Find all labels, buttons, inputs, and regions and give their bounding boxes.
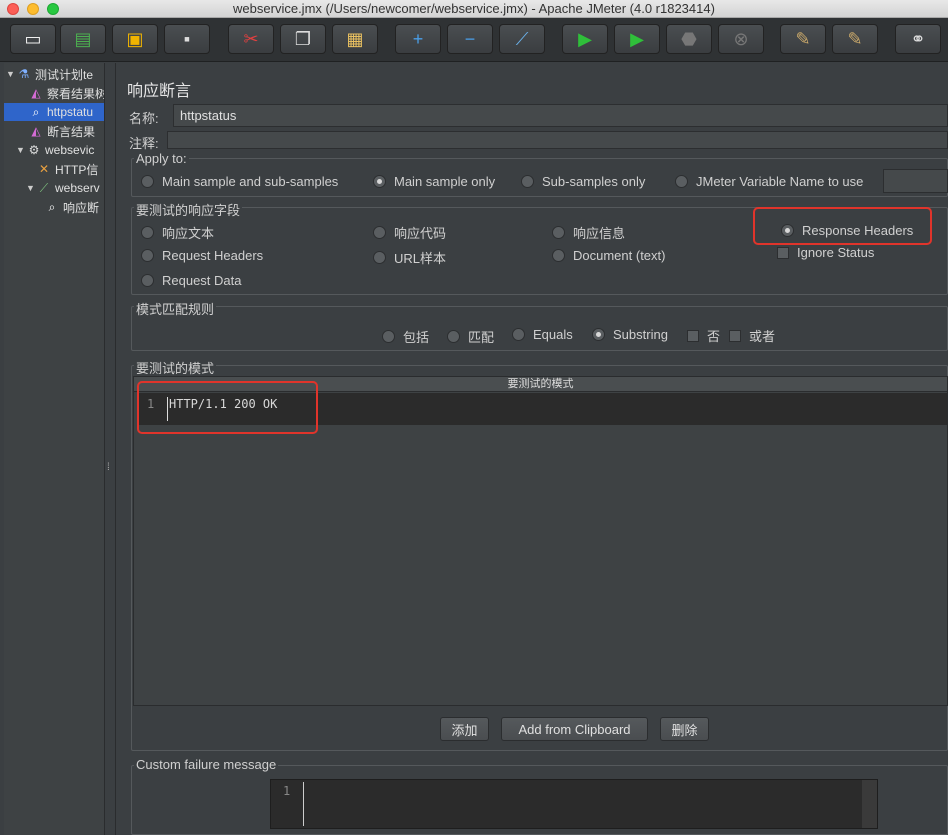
gear-icon: ⚙ bbox=[28, 143, 40, 157]
start-no-pause-icon[interactable]: ▶ bbox=[614, 24, 660, 54]
response-code-radio[interactable]: 响应代码 bbox=[373, 223, 446, 242]
patterns-title: 要测试的模式 bbox=[134, 358, 217, 377]
text-cursor bbox=[303, 782, 304, 826]
clear-all-icon[interactable]: ✎ bbox=[832, 24, 878, 54]
request-headers-radio[interactable]: Request Headers bbox=[141, 248, 263, 263]
apply-variable-radio[interactable]: JMeter Variable Name to use bbox=[675, 174, 863, 189]
line-number: 1 bbox=[283, 784, 291, 798]
panel-splitter[interactable] bbox=[105, 63, 116, 835]
request-data-radio[interactable]: Request Data bbox=[141, 273, 242, 288]
copy-icon[interactable]: ❐ bbox=[280, 24, 326, 54]
templates-icon[interactable]: ▤ bbox=[60, 24, 106, 54]
splitter-grip-icon[interactable]: ⁞ bbox=[107, 462, 110, 473]
tools-icon: ✕ bbox=[38, 162, 50, 176]
not-checkbox[interactable]: 否 bbox=[687, 326, 720, 345]
tree-item-assertion-results[interactable]: ◭ 断言结果 bbox=[28, 122, 95, 140]
clear-icon[interactable]: ✎ bbox=[780, 24, 826, 54]
custom-failure-editor[interactable]: 1 bbox=[270, 779, 878, 829]
toggle-icon[interactable]: ⟋ bbox=[499, 24, 545, 54]
window-titlebar: webservice.jmx (/Users/newcomer/webservi… bbox=[0, 0, 948, 18]
comment-label: 注释: bbox=[129, 136, 159, 151]
tree-item-thread-group[interactable]: ▼ ⚙ websevic bbox=[16, 141, 94, 159]
chart-icon: ◭ bbox=[31, 86, 41, 100]
window-title: webservice.jmx (/Users/newcomer/webservi… bbox=[233, 1, 715, 16]
response-field-title: 要测试的响应字段 bbox=[134, 200, 243, 219]
expand-triangle-icon[interactable]: ▼ bbox=[6, 69, 16, 79]
custom-failure-title: Custom failure message bbox=[134, 757, 279, 772]
save-icon[interactable]: ▪ bbox=[164, 24, 210, 54]
new-icon[interactable]: ▭ bbox=[10, 24, 56, 54]
name-field[interactable]: httpstatus bbox=[173, 104, 948, 127]
toolbar: ▭ ▤ ▣ ▪ ✂ ❐ ▦ + − ⟋ ▶ ▶ ⬣ ⊗ ✎ ✎ ⚭ bbox=[0, 18, 948, 62]
variable-name-field[interactable] bbox=[883, 169, 948, 193]
tree-item-test-plan[interactable]: ▼ ⚗ 测试计划te bbox=[6, 65, 93, 83]
add-button[interactable]: 添加 bbox=[440, 717, 489, 741]
matches-radio[interactable]: 匹配 bbox=[447, 327, 494, 346]
add-from-clipboard-button[interactable]: Add from Clipboard bbox=[501, 717, 648, 741]
tree-item-http-config[interactable]: ✕ HTTP信 bbox=[36, 160, 98, 178]
expand-triangle-icon[interactable]: ▼ bbox=[26, 183, 36, 193]
matching-rules-title: 模式匹配规则 bbox=[134, 299, 217, 318]
tree-item-httpstatus[interactable]: ⌕ httpstatu bbox=[4, 103, 104, 121]
start-icon[interactable]: ▶ bbox=[562, 24, 608, 54]
pipette-icon: ⟋ bbox=[39, 181, 49, 195]
paste-icon[interactable]: ▦ bbox=[332, 24, 378, 54]
magnifier-icon: ⌕ bbox=[48, 200, 56, 214]
substring-radio[interactable]: Substring bbox=[592, 327, 668, 342]
contains-radio[interactable]: 包括 bbox=[382, 327, 429, 346]
name-label: 名称: bbox=[129, 111, 159, 126]
ignore-status-checkbox[interactable]: Ignore Status bbox=[777, 245, 874, 260]
magnifier-icon: ⌕ bbox=[32, 105, 40, 119]
equals-radio[interactable]: Equals bbox=[512, 327, 573, 342]
chart-icon: ◭ bbox=[31, 124, 41, 138]
highlight-response-headers bbox=[753, 207, 932, 245]
highlight-pattern-row bbox=[137, 381, 318, 434]
stop-icon[interactable]: ⬣ bbox=[666, 24, 712, 54]
comment-field[interactable] bbox=[167, 131, 948, 149]
tree-item-view-results[interactable]: ◭ 察看结果树 bbox=[28, 84, 104, 102]
page-title: 响应断言 bbox=[127, 83, 192, 100]
search-icon[interactable]: ⚭ bbox=[895, 24, 941, 54]
test-plan-tree: ▼ ⚗ 测试计划te ◭ 察看结果树 ⌕ httpstatu ◭ 断言结果 ▼ … bbox=[4, 63, 105, 835]
apply-main-only-radio[interactable]: Main sample only bbox=[373, 174, 495, 189]
open-icon[interactable]: ▣ bbox=[112, 24, 158, 54]
flask-icon: ⚗ bbox=[18, 67, 30, 81]
tree-item-response-assertion[interactable]: ⌕ 响应断 bbox=[44, 198, 99, 216]
shutdown-icon[interactable]: ⊗ bbox=[718, 24, 764, 54]
url-sample-radio[interactable]: URL样本 bbox=[373, 248, 446, 267]
tree-item-sampler[interactable]: ▼ ⟋ webserv bbox=[26, 179, 100, 197]
response-text-radio[interactable]: 响应文本 bbox=[141, 223, 214, 242]
scrollbar[interactable] bbox=[862, 780, 877, 828]
expand-triangle-icon[interactable]: ▼ bbox=[16, 145, 26, 155]
apply-sub-only-radio[interactable]: Sub-samples only bbox=[521, 174, 645, 189]
document-text-radio[interactable]: Document (text) bbox=[552, 248, 665, 263]
or-checkbox[interactable]: 或者 bbox=[729, 326, 775, 345]
apply-to-title: Apply to: bbox=[134, 151, 189, 166]
collapse-icon[interactable]: − bbox=[447, 24, 493, 54]
expand-icon[interactable]: + bbox=[395, 24, 441, 54]
response-message-radio[interactable]: 响应信息 bbox=[552, 223, 625, 242]
apply-main-and-sub-radio[interactable]: Main sample and sub-samples bbox=[141, 174, 338, 189]
cut-icon[interactable]: ✂ bbox=[228, 24, 274, 54]
delete-button[interactable]: 删除 bbox=[660, 717, 709, 741]
